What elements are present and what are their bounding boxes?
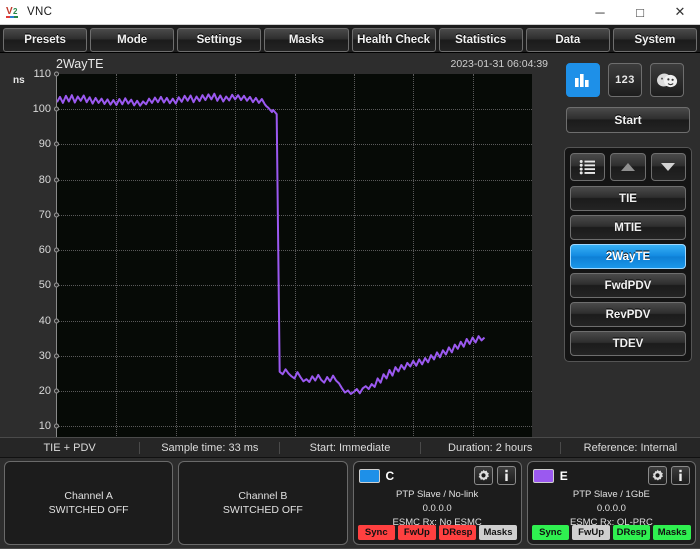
chart-title: 2WayTE <box>56 57 104 71</box>
measurement-button-fwdpdv[interactable]: FwdPDV <box>570 273 686 298</box>
channel-c-status-buttons: Sync FwUp DResp Masks <box>357 525 517 540</box>
y-tick-label: 50 <box>38 279 51 292</box>
arrow-down-icon[interactable] <box>650 153 686 181</box>
channel-a-state: SWITCHED OFF <box>48 504 129 516</box>
close-icon[interactable]: ✕ <box>660 0 700 25</box>
info-measurement-type: TIE + PDV <box>0 441 141 454</box>
channel-e-masks-badge[interactable]: Masks <box>653 525 691 540</box>
channel-c-letter: C <box>385 468 395 483</box>
channel-c-sync-badge[interactable]: Sync <box>357 525 396 540</box>
y-tick-label: 70 <box>38 208 51 221</box>
numeric-view-icon[interactable]: 123 <box>608 63 642 97</box>
channel-c-masks-badge[interactable]: Masks <box>479 525 517 540</box>
info-icon[interactable] <box>671 466 690 485</box>
channel-panel-e[interactable]: E PTP Slave / 1GbE 0.0.0.0 ESMC Rx: QL-P… <box>526 461 696 545</box>
measurement-button-2wayte[interactable]: 2WayTE <box>570 244 686 269</box>
channel-e-color-swatch <box>532 468 554 483</box>
menu-item-settings[interactable]: Settings <box>177 27 262 52</box>
channel-c-fwup-badge[interactable]: FwUp <box>398 525 436 540</box>
channel-c-mode: PTP Slave / No-link <box>396 489 479 500</box>
measurement-button-revpdv[interactable]: RevPDV <box>570 302 686 327</box>
measurement-info-strip: TIE + PDV Sample time: 33 ms Start: Imme… <box>0 437 700 458</box>
channel-e-header-icons <box>648 466 690 485</box>
channel-c-color-swatch <box>358 468 380 483</box>
menu-item-data[interactable]: Data <box>525 27 610 52</box>
channel-b-title: Channel B <box>238 489 288 502</box>
maximize-icon[interactable]: □ <box>620 0 660 25</box>
measurement-button-tdev[interactable]: TDEV <box>570 331 686 356</box>
window-controls: ─ □ ✕ <box>580 0 700 25</box>
plot-area[interactable]: 110100908070605040302010012345678ks <box>33 68 546 461</box>
channel-e-sync-badge[interactable]: Sync <box>531 525 570 540</box>
menu-item-health-check[interactable]: Health Check <box>351 27 436 52</box>
y-tick-label: 100 <box>32 103 51 116</box>
masks-view-icon[interactable] <box>650 63 684 97</box>
channel-e-details: PTP Slave / 1GbE 0.0.0.0 ESMC Rx: QL-PRC <box>528 488 695 529</box>
chart-trace <box>57 92 486 395</box>
start-button[interactable]: Start <box>566 107 690 133</box>
numeric-view-label: 123 <box>615 74 635 86</box>
channel-a-title: Channel A <box>64 489 113 502</box>
menu-item-masks[interactable]: Masks <box>264 27 349 52</box>
menu-item-mode[interactable]: Mode <box>90 27 175 52</box>
graph-view-icon[interactable] <box>566 63 600 97</box>
channel-e-header: E <box>528 462 695 485</box>
info-start: Start: Immediate <box>280 441 421 454</box>
y-tick-label: 90 <box>38 138 51 151</box>
y-tick-label: 40 <box>38 314 51 327</box>
measurement-selector-group: TIE MTIE 2WayTE FwdPDV RevPDV TDEV <box>564 147 692 362</box>
right-control-panel: 123 Start TIE MTIE 2WayTE FwdPDV RevPDV … <box>556 55 700 437</box>
menu-item-statistics[interactable]: Statistics <box>438 27 523 52</box>
channel-e-dresp-badge[interactable]: DResp <box>612 525 651 540</box>
info-duration: Duration: 2 hours <box>421 441 561 454</box>
y-tick-label: 20 <box>38 385 51 398</box>
gear-icon[interactable] <box>473 466 493 485</box>
svg-text:V: V <box>6 6 13 17</box>
y-tick-label: 30 <box>38 349 51 362</box>
info-sample-time: Sample time: 33 ms <box>140 441 281 454</box>
info-reference: Reference: Internal <box>583 441 678 454</box>
vnc-titlebar: V 2 VNC ─ □ ✕ <box>0 0 700 25</box>
channel-b-state: SWITCHED OFF <box>222 504 303 516</box>
channel-panel-b[interactable]: Channel B SWITCHED OFF <box>178 461 348 545</box>
channel-e-fwup-badge[interactable]: FwUp <box>572 525 610 540</box>
channel-e-mode: PTP Slave / 1GbE <box>572 489 650 500</box>
channel-panel-a[interactable]: Channel A SWITCHED OFF <box>4 461 174 545</box>
view-mode-icons: 123 <box>556 55 700 97</box>
vnc-logo-icon: V 2 <box>6 4 22 20</box>
y-tick-label: 10 <box>38 420 51 433</box>
chart-region: 2WayTE 2023-01-31 06:04:39 ns 110 100 90 80… <box>0 55 556 461</box>
measurement-nav-row <box>570 153 686 181</box>
chart-timestamp: 2023-01-31 06:04:39 <box>450 58 549 70</box>
svg-text:2: 2 <box>13 7 18 16</box>
y-tick-label: 80 <box>38 173 51 186</box>
channel-c-dresp-badge[interactable]: DResp <box>438 525 477 540</box>
y-axis-unit-label: ns <box>13 75 25 86</box>
channel-c-address: 0.0.0.0 <box>422 502 452 514</box>
y-tick-label: 60 <box>38 244 51 257</box>
info-icon[interactable] <box>496 466 516 485</box>
minimize-icon[interactable]: ─ <box>580 0 620 25</box>
measurement-button-mtie[interactable]: MTIE <box>570 215 686 240</box>
arrow-up-icon[interactable] <box>610 153 646 181</box>
y-tick-label: 110 <box>33 68 51 80</box>
menu-item-presets[interactable]: Presets <box>3 27 88 52</box>
main-menubar: Presets Mode Settings Masks Health Check… <box>0 25 700 53</box>
channel-c-details: PTP Slave / No-link 0.0.0.0 ESMC Rx: No … <box>354 488 521 529</box>
channel-panels: Channel A SWITCHED OFF Channel B SWITCHE… <box>0 458 700 548</box>
channel-panel-c[interactable]: C PTP Slave / No-link 0.0.0.0 ESMC Rx: N… <box>352 461 522 545</box>
menu-item-system[interactable]: System <box>612 27 697 52</box>
channel-e-letter: E <box>559 468 568 483</box>
channel-c-header: C <box>354 462 521 485</box>
measurement-button-tie[interactable]: TIE <box>570 186 686 211</box>
channel-e-status-buttons: Sync FwUp DResp Masks <box>531 525 691 540</box>
channel-c-header-icons <box>473 466 516 485</box>
gear-icon[interactable] <box>648 466 667 485</box>
window-title: VNC <box>27 6 53 18</box>
channel-e-address: 0.0.0.0 <box>596 502 626 514</box>
application-root: Presets Mode Settings Masks Health Check… <box>0 25 700 549</box>
list-icon[interactable] <box>570 153 606 181</box>
